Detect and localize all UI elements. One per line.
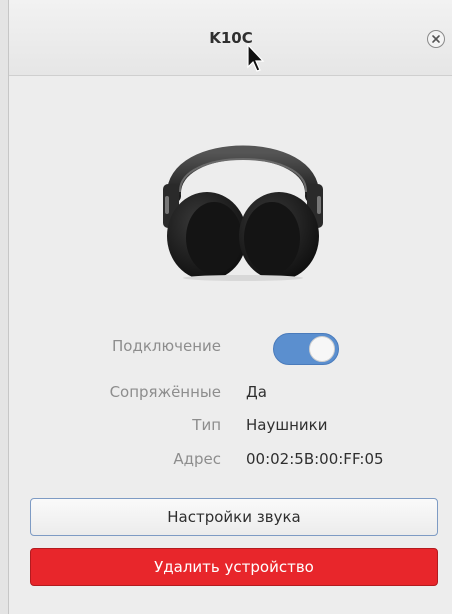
title-bar: K10C xyxy=(9,0,452,76)
remove-device-label: Удалить устройство xyxy=(154,558,314,576)
paired-label: Сопряжённые xyxy=(109,383,221,401)
address-value: 00:02:5B:00:FF:05 xyxy=(246,450,384,468)
sound-settings-button[interactable]: Настройки звука xyxy=(30,498,438,536)
device-dialog: K10C Подключение Сопряжённые Да Тип Науш… xyxy=(8,0,452,614)
paired-value: Да xyxy=(246,383,267,401)
address-label: Адрес xyxy=(173,450,221,468)
close-icon xyxy=(432,35,440,43)
connection-label: Подключение xyxy=(112,337,221,355)
headphones-icon xyxy=(163,145,323,281)
background-window-edge xyxy=(0,0,8,614)
switch-knob xyxy=(309,336,335,362)
sound-settings-label: Настройки звука xyxy=(167,508,301,526)
type-value: Наушники xyxy=(246,416,328,434)
connection-switch[interactable] xyxy=(273,333,339,365)
type-label: Тип xyxy=(192,416,221,434)
close-button[interactable] xyxy=(427,30,445,48)
remove-device-button[interactable]: Удалить устройство xyxy=(30,548,438,586)
mouse-pointer-icon xyxy=(247,43,265,72)
dialog-title: K10C xyxy=(209,29,253,47)
